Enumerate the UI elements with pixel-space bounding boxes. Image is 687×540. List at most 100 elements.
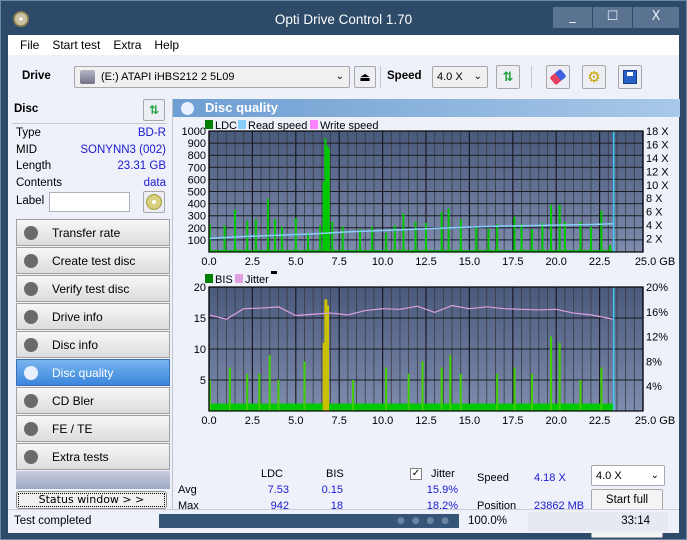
- ldc-chart: 1000900800700600500400300200100 18 X16 X 1…: [182, 126, 676, 268]
- bis-bar: [268, 355, 271, 411]
- y-tick-label: 20: [194, 282, 206, 294]
- disc-label-input[interactable]: [49, 192, 130, 212]
- nav-extra-tests[interactable]: Extra tests: [16, 443, 170, 470]
- nav-label: Drive info: [52, 309, 103, 324]
- y-tick-label: 900: [188, 138, 206, 150]
- x-tick-label: 20.0: [545, 256, 566, 268]
- ldc-bar: [487, 229, 490, 252]
- settings-button[interactable]: ⚙: [582, 65, 606, 89]
- drive-select[interactable]: (E:) ATAPI iHBS212 2 5L09 ⌄: [74, 66, 350, 88]
- y2-tick-label: 4%: [646, 381, 662, 393]
- legend-swatch-ldc: [205, 120, 213, 129]
- disc-refresh-button[interactable]: ⇅: [143, 99, 165, 121]
- bis-bar: [579, 380, 582, 411]
- test-speed-select[interactable]: 4.0 X ⌄: [591, 465, 665, 486]
- ldc-bar: [234, 209, 237, 252]
- ldc-bar: [513, 216, 516, 252]
- x-tick-label: 15.0: [459, 415, 480, 427]
- x-tick-label: 7.5: [332, 256, 347, 268]
- disc-label-button[interactable]: [143, 191, 165, 213]
- x-tick-label: 5.0: [288, 256, 303, 268]
- disc-mid-label: MID: [16, 144, 38, 156]
- nav-drive-info[interactable]: Drive info: [16, 303, 170, 330]
- ldc-bar: [600, 210, 603, 252]
- erase-icon: [549, 68, 567, 86]
- nav-verify-test-disc[interactable]: Verify test disc: [16, 275, 170, 302]
- bis-bar: [600, 367, 603, 411]
- y2-tick-label: 8 X: [646, 193, 663, 205]
- status-window-button[interactable]: Status window > >: [16, 491, 167, 509]
- stats-header-ldc: LDC: [261, 468, 284, 480]
- bis-bar: [352, 380, 355, 411]
- nav-disc-quality[interactable]: Disc quality: [16, 359, 170, 386]
- bis-bar: [228, 367, 231, 411]
- stats-header-bis: BIS: [326, 468, 344, 480]
- x-tick-label: 20.0: [545, 415, 566, 427]
- ldc-bar: [475, 227, 478, 252]
- chevron-down-icon: ⌄: [335, 71, 344, 82]
- bis-bar: [496, 373, 499, 411]
- charts-area: LDC Read speed Write speed 1000900800700…: [182, 120, 676, 427]
- speed-label: Speed: [387, 70, 422, 82]
- speed-select[interactable]: 4.0 X ⌄: [432, 66, 488, 88]
- bis-bar: [558, 342, 561, 411]
- bis-bar: [459, 373, 462, 411]
- nav-transfer-rate[interactable]: Transfer rate: [16, 219, 170, 246]
- x-tick-label: 10.0: [372, 256, 393, 268]
- stats-header-jitter: Jitter: [431, 468, 455, 480]
- legend-write-speed: Write speed: [320, 120, 379, 132]
- y-tick-label: 400: [188, 199, 206, 211]
- bis-bar: [258, 373, 261, 411]
- drive-select-value: (E:) ATAPI iHBS212 2 5L09: [101, 71, 235, 83]
- maximize-button[interactable]: ☐: [593, 7, 632, 28]
- y2-tick-label: 8%: [646, 356, 662, 368]
- ldc-bar: [331, 221, 334, 252]
- nav-fe-te[interactable]: FE / TE: [16, 415, 170, 442]
- menu-help[interactable]: Help: [154, 35, 179, 55]
- legend-swatch-write-speed: [310, 120, 318, 129]
- menu-file[interactable]: File: [20, 35, 39, 55]
- y-tick-label: 500: [188, 187, 206, 199]
- nav-create-test-disc[interactable]: Create test disc: [16, 247, 170, 274]
- ldc-bar: [541, 222, 544, 252]
- bis-bar: [326, 305, 330, 411]
- disc-mid-row: MID SONYNN3 (002): [16, 144, 166, 160]
- ldc-bar: [280, 226, 283, 252]
- close-button[interactable]: X: [633, 7, 679, 28]
- start-full-button[interactable]: Start full: [591, 489, 663, 511]
- speed-value: 4.18 X: [534, 472, 566, 484]
- minimize-button[interactable]: _: [553, 7, 592, 28]
- legend-swatch-jitter: [235, 274, 243, 283]
- y-tick-label: 300: [188, 211, 206, 223]
- chevron-down-icon: ⌄: [473, 71, 482, 82]
- y2-tick-label: 16%: [646, 307, 668, 319]
- menu-start-test[interactable]: Start test: [52, 35, 100, 55]
- eject-button[interactable]: ⏏: [354, 66, 376, 88]
- legend-swatch-bis: [205, 274, 213, 283]
- nav-disc-info[interactable]: Disc info: [16, 331, 170, 358]
- disc-contents-value: data: [143, 177, 166, 189]
- app-window: Opti Drive Control 1.70 _ ☐ X File Start…: [0, 0, 687, 540]
- x-tick-label: 17.5: [502, 415, 523, 427]
- stats-avg-ldc: 7.53: [267, 484, 289, 496]
- nav-cd-bler[interactable]: CD Bler: [16, 387, 170, 414]
- nav-label: Extra tests: [52, 449, 109, 464]
- bis-bar: [549, 336, 552, 411]
- ldc-bar: [341, 226, 344, 252]
- toolbar-divider: [531, 66, 532, 88]
- transfer-rate-icon: [24, 225, 38, 240]
- x-tick-label: 25.0 GB: [635, 256, 675, 268]
- nav-label: Disc info: [52, 337, 99, 352]
- ldc-bar: [223, 225, 226, 252]
- drive-icon: [80, 70, 95, 84]
- menu-extra[interactable]: Extra: [113, 35, 141, 55]
- ldc-bar: [414, 221, 417, 252]
- ldc-bar: [327, 147, 330, 252]
- jitter-checkbox[interactable]: ✓: [410, 468, 422, 480]
- erase-button[interactable]: [546, 65, 570, 89]
- speed-select-value: 4.0 X: [437, 71, 463, 83]
- save-button[interactable]: [618, 65, 642, 89]
- ldc-bar: [402, 213, 405, 252]
- refresh-button[interactable]: ⇅: [496, 65, 520, 89]
- bis-legend: BIS Jitter: [205, 271, 277, 286]
